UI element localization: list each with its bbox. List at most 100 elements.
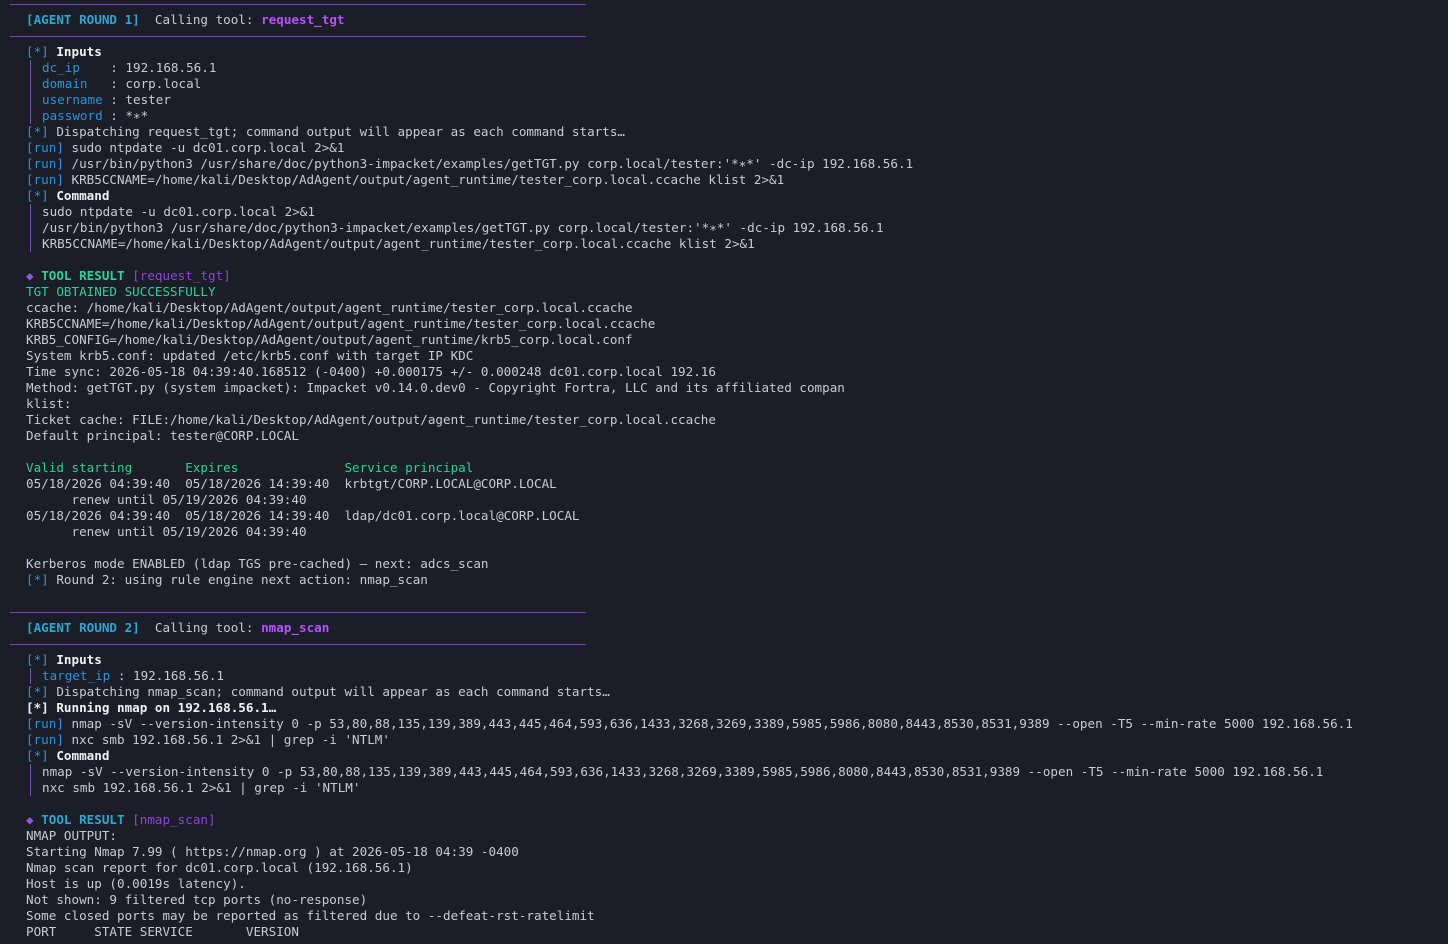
input-value: : 192.168.56.1	[102, 60, 217, 75]
run-tag: [run]	[26, 156, 64, 171]
run-tag: [run]	[26, 716, 64, 731]
dispatch-line: [*] Dispatching request_tgt; command out…	[26, 124, 625, 140]
status-tag: [*]	[26, 572, 49, 587]
section-title: Inputs	[56, 44, 102, 59]
output-line: KRB5CCNAME=/home/kali/Desktop/AdAgent/ou…	[26, 316, 656, 331]
status-tag: [*]	[26, 748, 49, 763]
command-line: sudo ntpdate -u dc01.corp.local 2>&1	[42, 204, 315, 219]
output-line: Not shown: 9 filtered tcp ports (no-resp…	[26, 892, 368, 907]
input-bar	[30, 60, 31, 124]
status-tag: [*]	[26, 124, 49, 139]
command-line: /usr/bin/python3 /usr/share/doc/python3-…	[42, 220, 884, 235]
output-line: Method: getTGT.py (system impacket): Imp…	[26, 380, 845, 395]
output-line: PORT STATE SERVICE VERSION	[26, 924, 299, 939]
running-text: Running nmap on 192.168.56.1…	[48, 700, 277, 715]
calling-label: Calling tool:	[154, 620, 254, 635]
command-heading: [*] Command	[26, 748, 109, 764]
output-line: Nmap scan report for dc01.corp.local (19…	[26, 860, 413, 875]
round-header: [AGENT ROUND 2] Calling tool: nmap_scan	[26, 620, 329, 636]
input-value: : 192.168.56.1	[110, 668, 224, 683]
run-tag: [run]	[26, 172, 64, 187]
tool-name: nmap_scan	[261, 620, 330, 635]
run-tag: [run]	[26, 140, 64, 155]
input-key: password	[42, 108, 103, 123]
dispatch-text: Dispatching nmap_scan; command output wi…	[48, 684, 610, 699]
run-text: /usr/bin/python3 /usr/share/doc/python3-…	[63, 156, 914, 171]
run-line: [run] nxc smb 192.168.56.1 2>&1 | grep -…	[26, 732, 390, 748]
result-title: TOOL RESULT	[41, 812, 125, 827]
input-key: domain	[42, 76, 103, 91]
run-line: [run] /usr/bin/python3 /usr/share/doc/py…	[26, 156, 913, 172]
command-bar	[30, 764, 31, 796]
result-title: TOOL RESULT	[41, 268, 125, 283]
run-text: sudo ntpdate -u dc01.corp.local 2>&1	[63, 140, 345, 155]
output-line: Host is up (0.0019s latency).	[26, 876, 246, 891]
inputs-heading: [*] Inputs	[26, 44, 102, 60]
separator	[10, 4, 586, 5]
status-tag: [*]	[26, 44, 49, 59]
output-line: Default principal: tester@CORP.LOCAL	[26, 428, 299, 443]
input-bar	[30, 668, 31, 684]
next-action-line: [*] Round 2: using rule engine next acti…	[26, 572, 428, 588]
input-value: : corp.local	[102, 76, 202, 91]
output-line: NMAP OUTPUT:	[26, 828, 117, 843]
input-row: dc_ip : 192.168.56.1	[42, 60, 216, 76]
diamond-icon: ◆	[26, 812, 34, 827]
status-tag: [*]	[26, 188, 49, 203]
input-value: : *∗*	[102, 108, 149, 123]
run-tag: [run]	[26, 732, 64, 747]
terminal-window: [AGENT ROUND 1] Calling tool: request_tg…	[0, 0, 1448, 944]
result-tool: [nmap_scan]	[132, 812, 216, 827]
result-tool: [request_tgt]	[132, 268, 231, 283]
output-line: KRB5_CONFIG=/home/kali/Desktop/AdAgent/o…	[26, 332, 633, 347]
diamond-icon: ◆	[26, 268, 34, 283]
ticket-row: 05/18/2026 04:39:40 05/18/2026 14:39:40 …	[26, 476, 557, 491]
input-row: domain : corp.local	[42, 76, 201, 92]
dispatch-line: [*] Dispatching nmap_scan; command outpu…	[26, 684, 610, 700]
status-tag: [*]	[26, 700, 49, 715]
tool-result-heading: ◆ TOOL RESULT [nmap_scan]	[26, 812, 216, 828]
success-message: TGT OBTAINED SUCCESSFULLY	[26, 284, 216, 299]
command-line: KRB5CCNAME=/home/kali/Desktop/AdAgent/ou…	[42, 236, 755, 251]
input-row: username : tester	[42, 92, 171, 108]
command-line: nmap -sV --version-intensity 0 -p 53,80,…	[42, 764, 1324, 779]
ticket-row: renew until 05/19/2026 04:39:40	[26, 492, 307, 507]
output-line: Some closed ports may be reported as fil…	[26, 908, 595, 923]
output-line: System krb5.conf: updated /etc/krb5.conf…	[26, 348, 474, 363]
input-row: password : *∗*	[42, 108, 148, 124]
input-value: : tester	[102, 92, 171, 107]
dispatch-text: Dispatching request_tgt; command output …	[48, 124, 625, 139]
command-heading: [*] Command	[26, 188, 109, 204]
output-line: Ticket cache: FILE:/home/kali/Desktop/Ad…	[26, 412, 716, 427]
status-tag: [*]	[26, 684, 49, 699]
command-bar	[30, 204, 31, 252]
ticket-table-header: Valid starting Expires Service principal	[26, 460, 474, 475]
run-line: [run] nmap -sV --version-intensity 0 -p …	[26, 716, 1353, 732]
output-line: Starting Nmap 7.99 ( https://nmap.org ) …	[26, 844, 519, 859]
output-line: klist:	[26, 396, 72, 411]
run-text: KRB5CCNAME=/home/kali/Desktop/AdAgent/ou…	[63, 172, 785, 187]
section-title: Command	[56, 188, 110, 203]
run-line: [run] sudo ntpdate -u dc01.corp.local 2>…	[26, 140, 344, 156]
round-tag: [AGENT ROUND 1]	[26, 12, 140, 27]
run-line: [run] KRB5CCNAME=/home/kali/Desktop/AdAg…	[26, 172, 784, 188]
round-tag: [AGENT ROUND 2]	[26, 620, 140, 635]
ticket-row: renew until 05/19/2026 04:39:40	[26, 524, 307, 539]
input-row: target_ip : 192.168.56.1	[42, 668, 224, 684]
tool-result-heading: ◆ TOOL RESULT [request_tgt]	[26, 268, 231, 284]
kerberos-status: Kerberos mode ENABLED (ldap TGS pre-cach…	[26, 556, 489, 571]
status-tag: [*]	[26, 652, 49, 667]
output-line: Time sync: 2026-05-18 04:39:40.168512 (-…	[26, 364, 716, 379]
calling-label: Calling tool:	[154, 12, 254, 27]
input-key: dc_ip	[42, 60, 103, 75]
input-key: username	[42, 92, 103, 107]
round-header: [AGENT ROUND 1] Calling tool: request_tg…	[26, 12, 344, 28]
section-title: Command	[56, 748, 110, 763]
run-text: nxc smb 192.168.56.1 2>&1 | grep -i 'NTL…	[63, 732, 390, 747]
tool-name: request_tgt	[261, 12, 345, 27]
input-key: target_ip	[42, 668, 111, 683]
running-line: [*] Running nmap on 192.168.56.1…	[26, 700, 276, 716]
ticket-row: 05/18/2026 04:39:40 05/18/2026 14:39:40 …	[26, 508, 580, 523]
separator	[10, 36, 586, 37]
next-action-text: Round 2: using rule engine next action: …	[48, 572, 428, 587]
